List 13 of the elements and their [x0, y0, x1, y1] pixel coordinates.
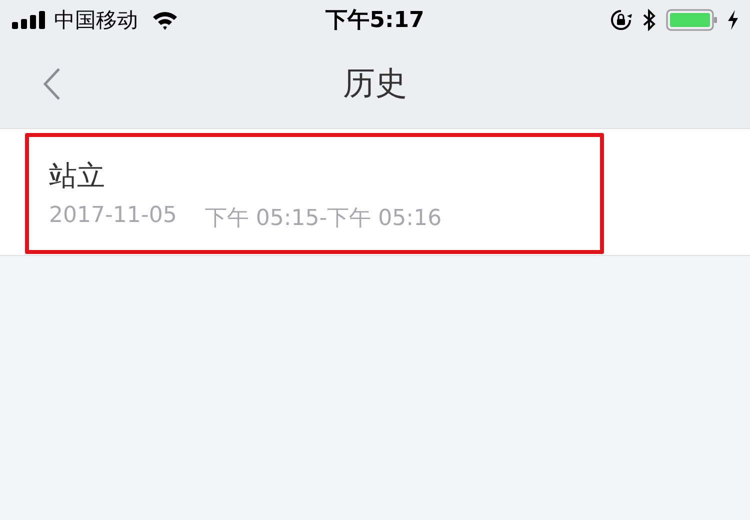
wifi-icon [152, 10, 178, 30]
history-item[interactable]: 站立 2017-11-05 下午 05:15-下午 05:16 [0, 129, 750, 256]
activity-name: 站立 [49, 158, 106, 194]
status-time: 下午5:17 [326, 7, 424, 35]
history-date: 2017-11-05 [49, 203, 177, 230]
signal-icon [12, 11, 46, 29]
page-title: 历史 [343, 63, 407, 104]
charging-icon [728, 10, 738, 30]
battery-icon [666, 9, 718, 31]
carrier-name: 中国移动 [54, 7, 138, 34]
bluetooth-icon [642, 9, 656, 31]
time-range: 下午 05:15-下午 05:16 [204, 205, 442, 233]
rotation-lock-icon [610, 9, 632, 31]
